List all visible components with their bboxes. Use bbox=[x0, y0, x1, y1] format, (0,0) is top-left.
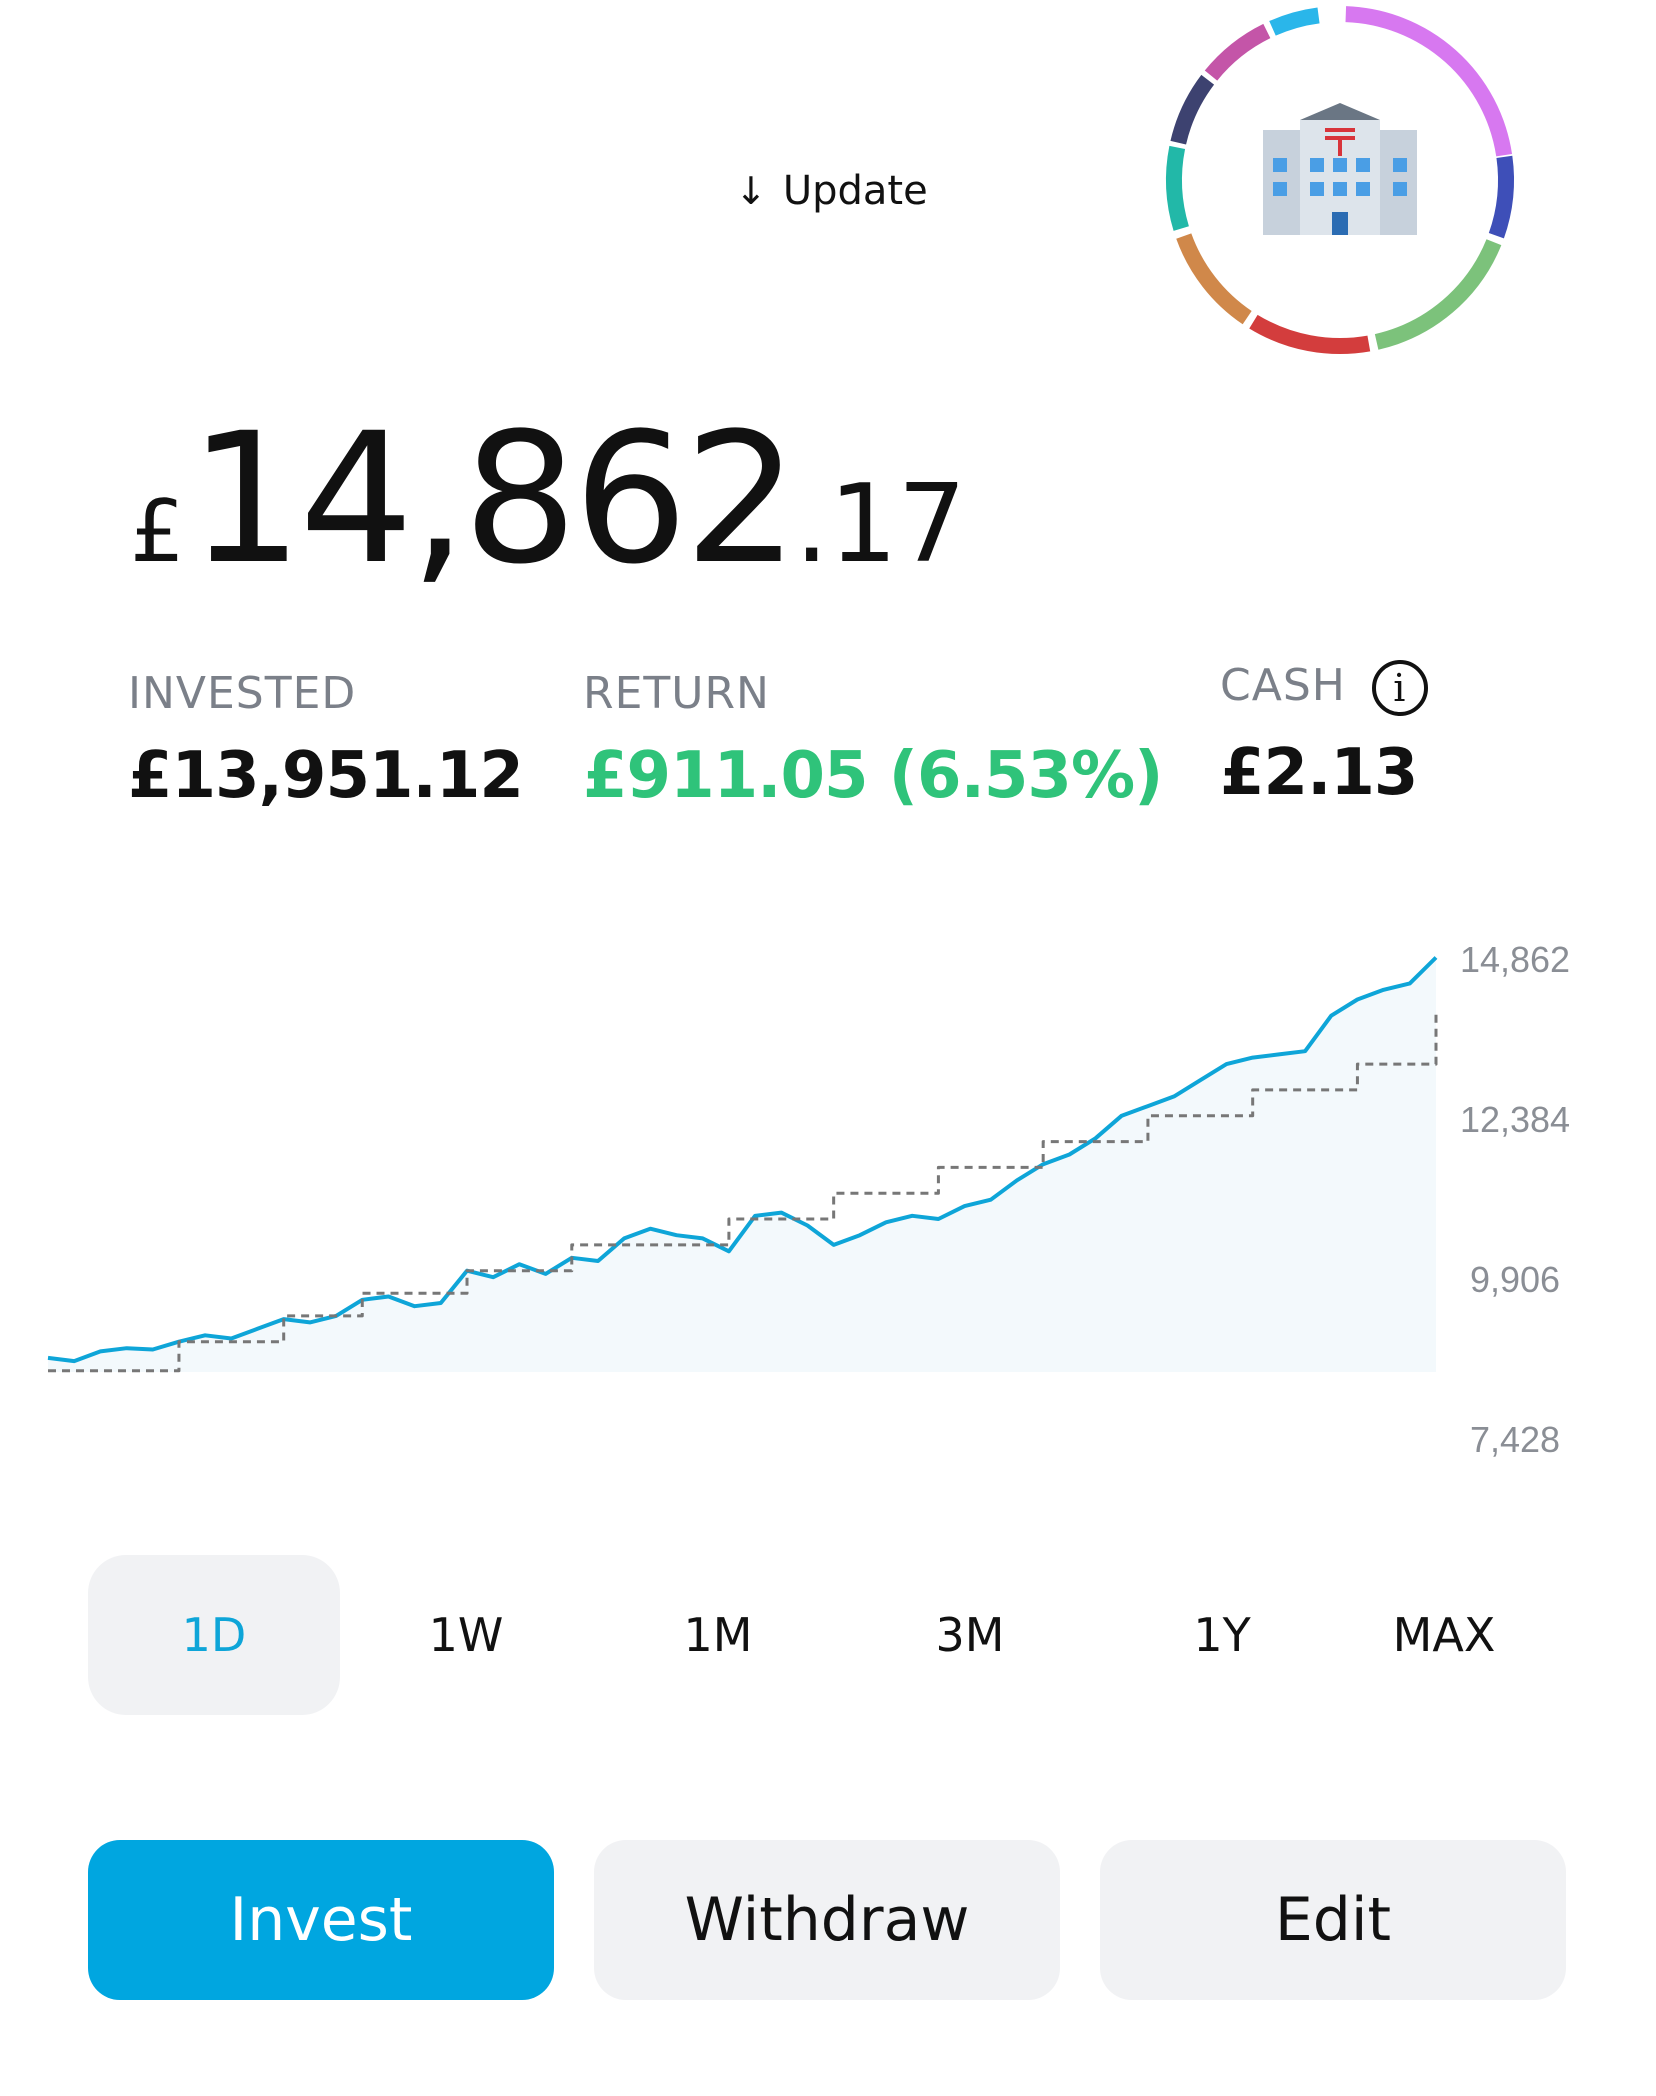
y-tick-label: 7,428 bbox=[1470, 1419, 1560, 1460]
y-tick-label: 14,862 bbox=[1460, 939, 1570, 980]
balance-integer: 14,862 bbox=[188, 395, 799, 604]
invested-stat: INVESTED £13,951.12 bbox=[128, 668, 524, 813]
time-range-selector: 1D 1W 1M 3M 1Y MAX bbox=[88, 1555, 1568, 1715]
range-tab-max[interactable]: MAX bbox=[1318, 1555, 1570, 1715]
cash-label-row: CASH i bbox=[1220, 660, 1428, 716]
range-tab-3m[interactable]: 3M bbox=[844, 1555, 1096, 1715]
cash-label: CASH bbox=[1220, 660, 1346, 711]
balance-currency: £ bbox=[130, 482, 185, 582]
return-value: £911.05 (6.53%) bbox=[583, 739, 1163, 813]
invested-value: £13,951.12 bbox=[128, 739, 524, 813]
range-tab-1y[interactable]: 1Y bbox=[1096, 1555, 1348, 1715]
range-tab-1d[interactable]: 1D bbox=[88, 1555, 340, 1715]
invest-button[interactable]: Invest bbox=[88, 1840, 554, 2000]
info-icon[interactable]: i bbox=[1371, 660, 1428, 716]
return-label: RETURN bbox=[583, 668, 770, 719]
arrow-down-icon: ↓ bbox=[735, 169, 767, 213]
withdraw-button[interactable]: Withdraw bbox=[594, 1840, 1060, 2000]
update-button[interactable]: ↓ Update bbox=[735, 168, 928, 214]
return-stat: RETURN £911.05 (6.53%) bbox=[583, 668, 1163, 813]
chart-area-fill bbox=[48, 957, 1436, 1372]
edit-label: Edit bbox=[1274, 1885, 1392, 1955]
range-tab-1m[interactable]: 1M bbox=[592, 1555, 844, 1715]
portfolio-avatar[interactable] bbox=[1160, 0, 1520, 360]
office-building-icon bbox=[1263, 103, 1417, 235]
withdraw-label: Withdraw bbox=[684, 1885, 970, 1955]
invest-label: Invest bbox=[229, 1885, 413, 1955]
balance-decimal: .17 bbox=[794, 462, 967, 587]
edit-button[interactable]: Edit bbox=[1100, 1840, 1566, 2000]
y-tick-label: 12,384 bbox=[1460, 1099, 1570, 1140]
invested-label: INVESTED bbox=[128, 668, 357, 719]
y-tick-label: 9,906 bbox=[1470, 1259, 1560, 1300]
cash-stat: CASH i £2.13 bbox=[1220, 660, 1428, 810]
update-label: Update bbox=[782, 168, 928, 214]
range-tab-1w[interactable]: 1W bbox=[340, 1555, 592, 1715]
cash-value: £2.13 bbox=[1220, 736, 1418, 810]
portfolio-balance: £ 14,862 .17 bbox=[130, 410, 966, 590]
performance-chart[interactable]: 14,862 12,384 9,906 7,428 bbox=[0, 860, 1656, 1460]
